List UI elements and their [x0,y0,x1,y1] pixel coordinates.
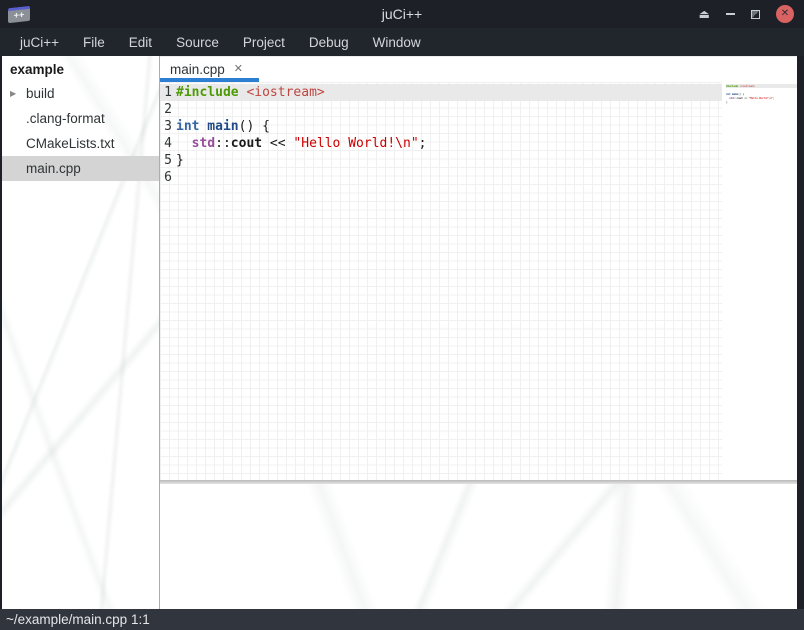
code-line-1[interactable]: 1 #include <iostream> [160,84,797,101]
token-string: "Hello World!\n" [293,136,418,151]
menu-file[interactable]: File [71,30,117,55]
titlebar: ++ juCi++ ⏏ ✕ [0,0,804,28]
menu-project[interactable]: Project [231,30,297,55]
tree-item-label: .clang-format [26,111,105,126]
menu-debug[interactable]: Debug [297,30,361,55]
token-include-path: <iostream> [239,85,325,100]
minimize-button[interactable] [726,13,735,15]
code-editor[interactable]: 1 #include <iostream> 2 3 int main() { 4… [160,82,797,480]
window-title: juCi++ [0,6,804,22]
line-number: 3 [160,118,172,135]
minimap-line: } [726,100,728,104]
token-plain: () { [239,119,270,134]
tab-main-cpp[interactable]: main.cpp ✕ [160,57,259,82]
content-area: example ▶ build .clang-format CMakeLists… [0,56,804,609]
menu-source[interactable]: Source [164,30,231,55]
expander-icon[interactable]: ▶ [10,81,16,106]
tree-item-label: build [26,86,55,101]
menu-window[interactable]: Window [361,30,433,55]
tree-root-example[interactable]: example [2,56,159,81]
token-operator: :: [215,136,231,151]
line-number: 6 [160,169,172,186]
tab-label: main.cpp [170,62,225,77]
token-function: main [199,119,238,134]
line-number: 4 [160,135,172,152]
code-line-2[interactable]: 2 [160,101,797,118]
code-area[interactable]: 1 #include <iostream> 2 3 int main() { 4… [160,82,797,480]
line-number: 2 [160,101,172,118]
token-plain: ; [419,136,427,151]
minimap-line: #include [726,84,738,88]
token-plain: } [176,153,184,168]
file-tree-sidebar: example ▶ build .clang-format CMakeLists… [2,56,160,609]
line-number: 1 [160,84,172,101]
line-number: 5 [160,152,172,169]
editor-column: main.cpp ✕ 1 #include <iostream> 2 [160,56,797,609]
tab-close-icon[interactable]: ✕ [234,64,243,75]
menu-edit[interactable]: Edit [117,30,164,55]
status-file-position: ~/example/main.cpp 1:1 [6,612,150,627]
tree-item-cmakelists[interactable]: CMakeLists.txt [2,131,159,156]
statusbar: ~/example/main.cpp 1:1 [0,609,804,630]
menubar: juCi++ File Edit Source Project Debug Wi… [0,28,804,56]
minimize-icon [726,13,735,15]
token-operator: << [262,136,293,151]
terminal-pane[interactable] [160,484,797,609]
tree-item-label: CMakeLists.txt [26,136,115,151]
token-object: cout [231,136,262,151]
restore-icon [751,10,760,19]
code-line-6[interactable]: 6 [160,169,797,186]
token-namespace: std [176,136,215,151]
code-line-4[interactable]: 4 std::cout << "Hello World!\n"; [160,135,797,152]
minimap[interactable]: #include <iostream> int main() { std::co… [722,82,797,480]
tree-item-main-cpp[interactable]: main.cpp [2,156,159,181]
tree-item-label: main.cpp [26,161,81,176]
window-controls: ⏏ ✕ [699,0,794,28]
restore-button[interactable] [751,10,760,19]
tree-item-clang-format[interactable]: .clang-format [2,106,159,131]
tree-item-build[interactable]: ▶ build [2,81,159,106]
eject-icon[interactable]: ⏏ [699,8,710,20]
code-line-3[interactable]: 3 int main() { [160,118,797,135]
code-line-5[interactable]: 5 } [160,152,797,169]
token-preprocessor: #include [176,85,239,100]
token-keyword: int [176,119,199,134]
tabbar: main.cpp ✕ [160,56,797,82]
close-button[interactable]: ✕ [776,5,794,23]
jucipp-window: ++ juCi++ ⏏ ✕ juCi++ File Edit Source Pr… [0,0,804,630]
menu-jucipp[interactable]: juCi++ [8,30,71,55]
